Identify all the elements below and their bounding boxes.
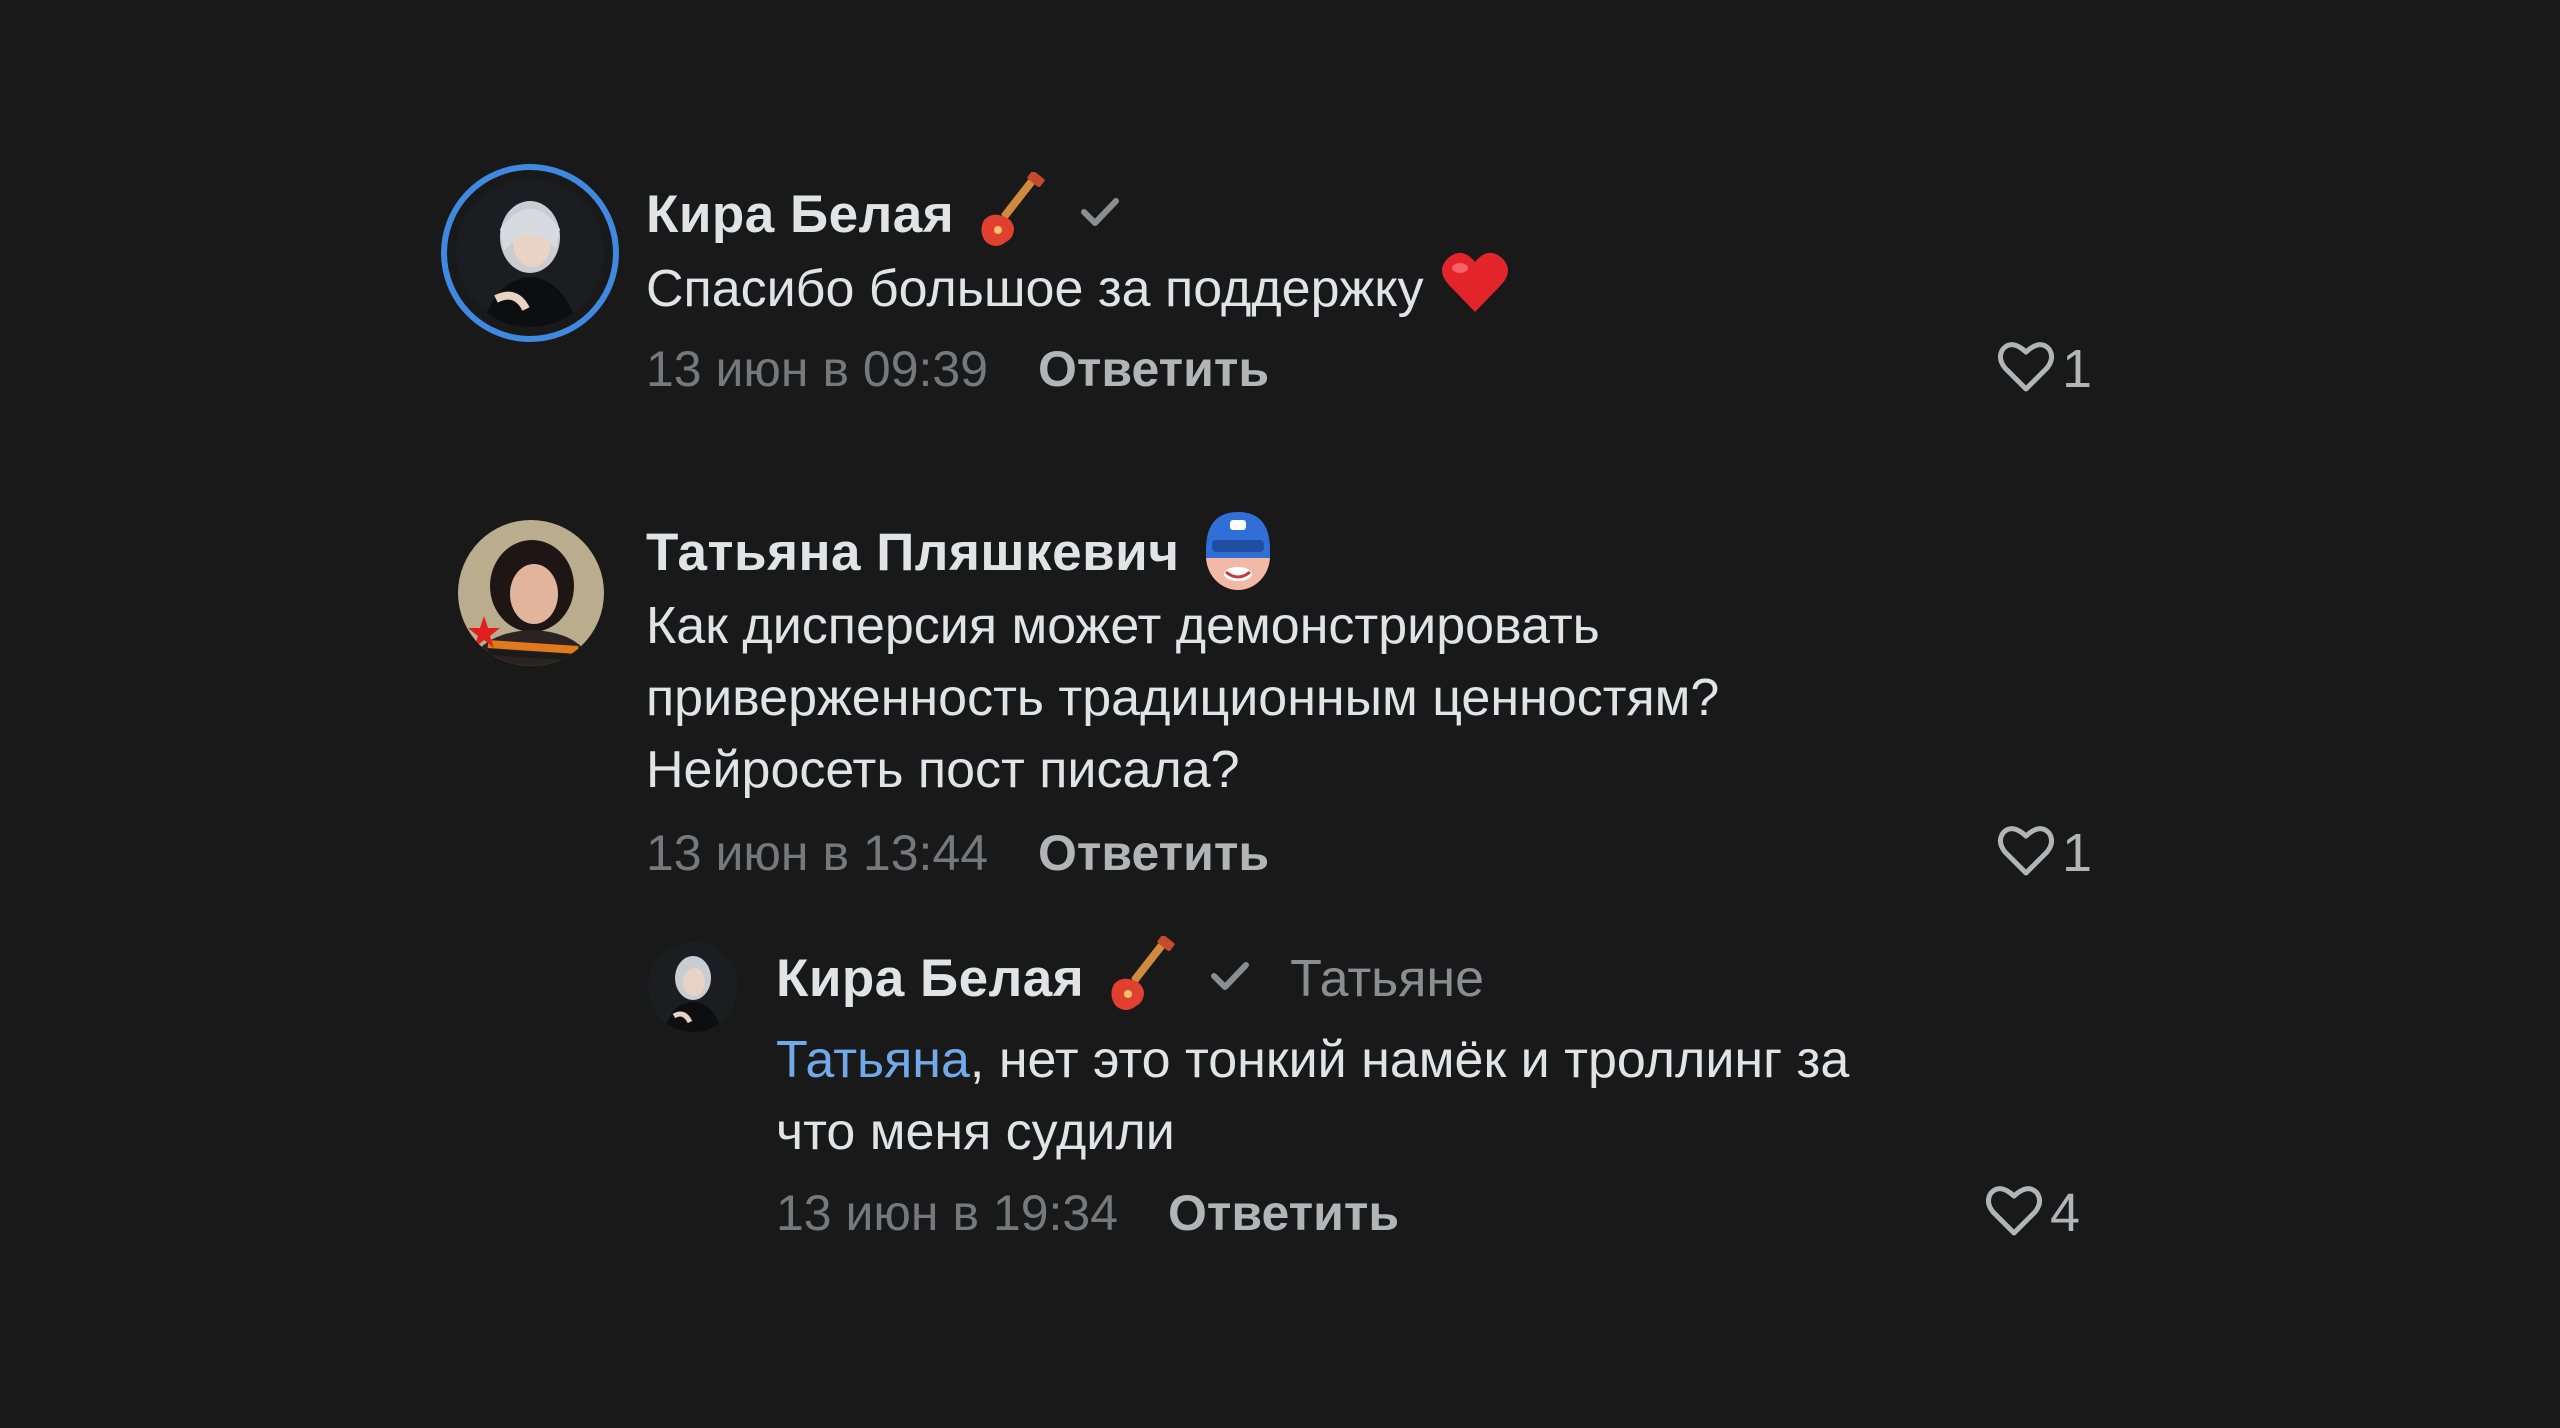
timestamp: 13 июн в 13:44 bbox=[646, 825, 989, 881]
masked-hero-icon bbox=[1198, 506, 1278, 599]
avatar[interactable] bbox=[648, 942, 738, 1032]
like-count: 4 bbox=[2050, 1183, 2081, 1243]
comment-text-line: приверженность традиционным ценностям? bbox=[646, 669, 1720, 727]
reply-button[interactable]: Ответить bbox=[1038, 340, 1269, 398]
red-heart-icon bbox=[1440, 250, 1510, 333]
like-count: 1 bbox=[2062, 339, 2093, 399]
reply-to-label[interactable]: Татьяне bbox=[1290, 949, 1484, 1009]
avatar[interactable] bbox=[458, 520, 604, 666]
comment-text-line: что меня судили bbox=[776, 1103, 1175, 1161]
author-name[interactable]: Кира Белая bbox=[646, 184, 954, 245]
heart-outline-icon bbox=[1996, 823, 2056, 884]
comment-text-line: Нейросеть пост писала? bbox=[646, 741, 1240, 799]
avatar[interactable] bbox=[456, 179, 604, 327]
verified-check-icon bbox=[1078, 190, 1122, 239]
timestamp: 13 июн в 19:34 bbox=[776, 1185, 1119, 1241]
like-button[interactable]: 4 bbox=[1984, 1182, 2080, 1244]
heart-outline-icon bbox=[1984, 1183, 2044, 1244]
electric-guitar-icon bbox=[970, 170, 1050, 257]
author-name[interactable]: Татьяна Пляшкевич bbox=[646, 522, 1180, 583]
verified-check-icon bbox=[1208, 954, 1252, 1003]
comment-text-line: , нет это тонкий намёк и троллинг за bbox=[969, 1031, 1850, 1089]
mention-link[interactable]: Татьяна bbox=[776, 1031, 970, 1089]
comment-text: Татьяна, нет это тонкий намёк и троллинг… bbox=[776, 1024, 1849, 1168]
comment-text: Как дисперсия может демонстрировать прив… bbox=[646, 590, 1719, 806]
author-name[interactable]: Кира Белая bbox=[776, 948, 1084, 1009]
like-count: 1 bbox=[2062, 823, 2093, 883]
heart-outline-icon bbox=[1996, 339, 2056, 400]
comment-text: Спасибо большое за поддержку bbox=[646, 250, 1510, 333]
comment-text-line: Как дисперсия может демонстрировать bbox=[646, 597, 1600, 655]
timestamp: 13 июн в 09:39 bbox=[646, 341, 989, 397]
reply-button[interactable]: Ответить bbox=[1168, 1184, 1399, 1242]
like-button[interactable]: 1 bbox=[1996, 822, 2092, 884]
comment-text-line: Спасибо большое за поддержку bbox=[646, 260, 1424, 318]
electric-guitar-icon bbox=[1100, 934, 1180, 1021]
reply-button[interactable]: Ответить bbox=[1038, 824, 1269, 882]
like-button[interactable]: 1 bbox=[1996, 338, 2092, 400]
